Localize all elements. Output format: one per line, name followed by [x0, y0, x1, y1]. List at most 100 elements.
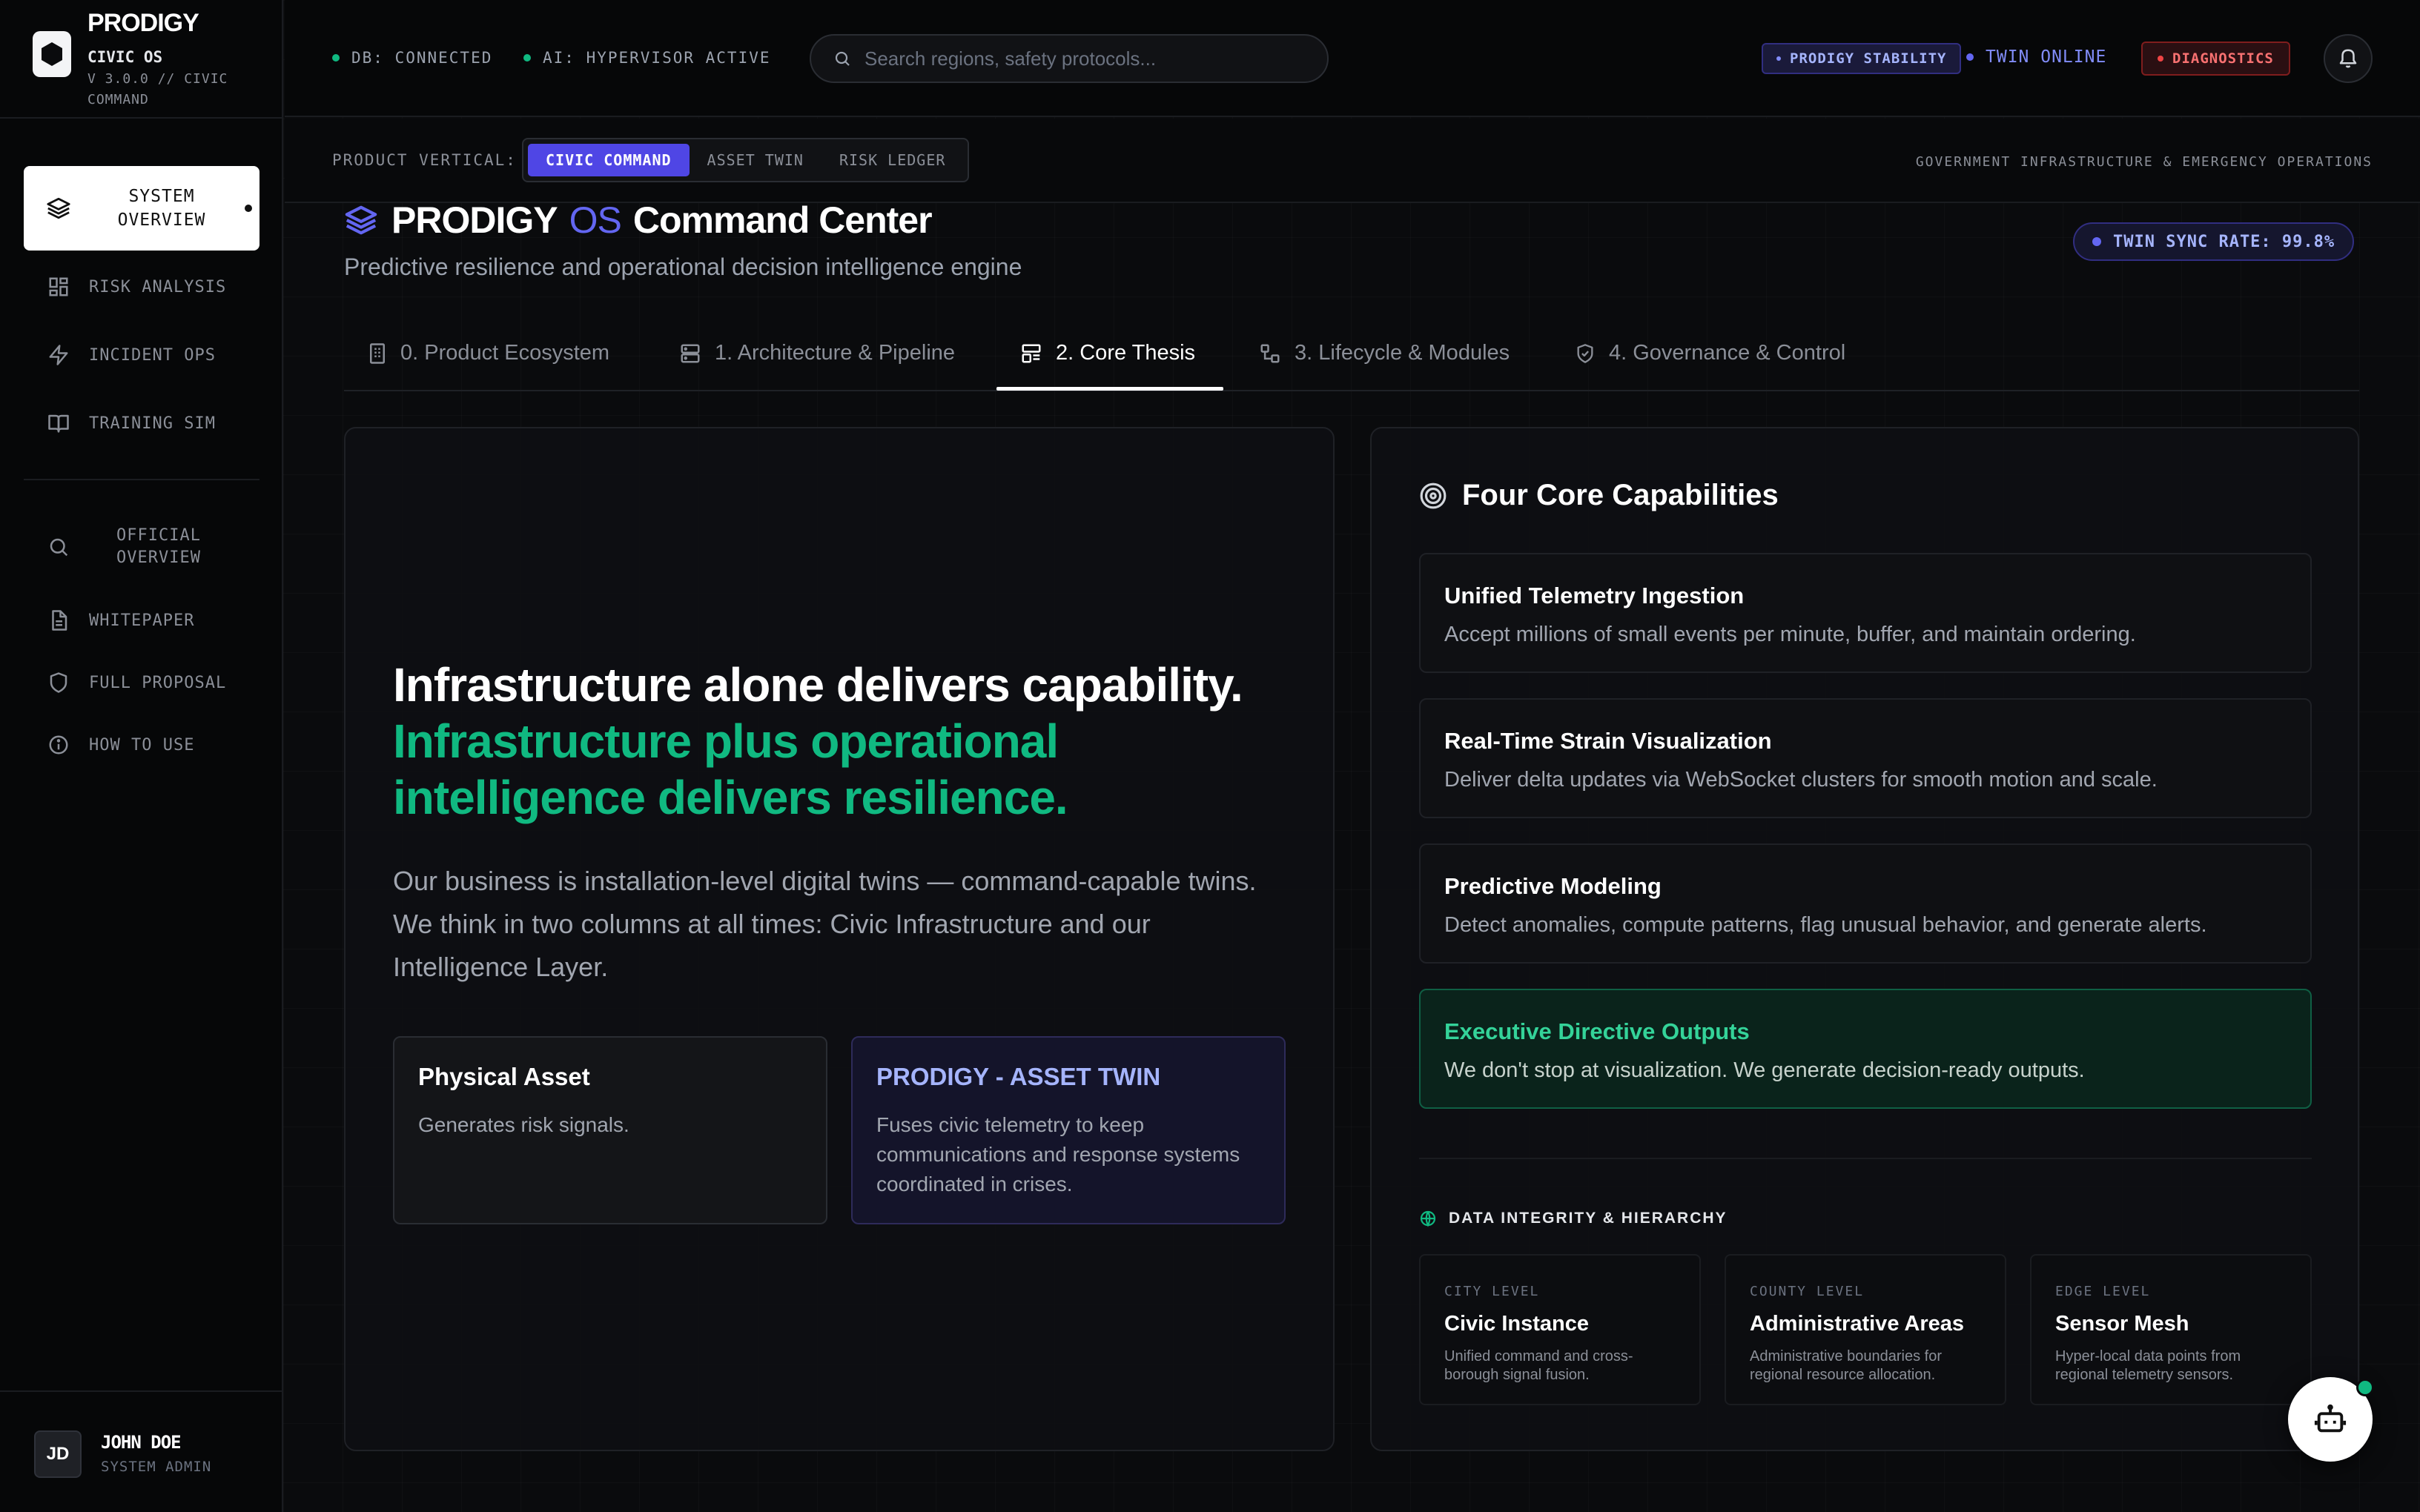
bell-icon	[2337, 47, 2359, 70]
info-icon	[47, 734, 70, 756]
grid-icon	[47, 276, 70, 298]
sidebar-item-full-proposal[interactable]: FULL PROPOSAL	[47, 672, 226, 694]
sync-rate-label: TWIN SYNC RATE: 99.8%	[2113, 232, 2335, 251]
tab-architecture-pipeline[interactable]: 1. Architecture & Pipeline	[679, 341, 955, 365]
tab-core-thesis[interactable]: 2. Core Thesis	[1020, 341, 1195, 365]
sidebar-item-system-overview[interactable]: SYSTEM OVERVIEW	[24, 166, 259, 251]
active-tab-indicator	[996, 387, 1223, 391]
tab-governance-control[interactable]: 4. Governance & Control	[1575, 341, 1845, 365]
capability-title: Unified Telemetry Ingestion	[1444, 583, 1745, 609]
level-title: Sensor Mesh	[2055, 1312, 2189, 1336]
status-dot-icon	[523, 54, 531, 62]
sidebar-item-training-sim[interactable]: TRAINING SIM	[47, 412, 216, 434]
vertical-context: GOVERNMENT INFRASTRUCTURE & EMERGENCY OP…	[1915, 154, 2373, 170]
core-thesis-panel: Infrastructure alone delivers capability…	[344, 427, 1335, 1451]
sidebar-item-label: OFFICIAL OVERVIEW	[116, 526, 201, 567]
capabilities-title-label: Four Core Capabilities	[1462, 479, 1779, 511]
brand[interactable]: PRODIGY CIVIC OS V 3.0.0 // CIVIC COMMAN…	[33, 9, 258, 110]
card-title: PRODIGY - ASSET TWIN	[876, 1063, 1161, 1090]
level-kicker: COUNTY LEVEL	[1750, 1284, 1865, 1299]
user-role: SYSTEM ADMIN	[101, 1459, 212, 1475]
target-icon	[1419, 482, 1447, 510]
sidebar-item-whitepaper[interactable]: WHITEPAPER	[47, 609, 194, 631]
stability-badge[interactable]: PRODIGY STABILITY	[1762, 43, 1962, 74]
capability-text: We don't stop at visualization. We gener…	[1444, 1058, 2085, 1082]
section-divider	[1419, 1158, 2312, 1159]
capabilities-panel: Four Core Capabilities Unified Telemetry…	[1370, 427, 2359, 1451]
user-profile[interactable]: JD JOHN DOE SYSTEM ADMIN	[0, 1390, 283, 1512]
capability-card: Unified Telemetry Ingestion Accept milli…	[1419, 553, 2312, 673]
workflow-icon	[1259, 342, 1281, 365]
sidebar-item-how-to-use[interactable]: HOW TO USE	[47, 734, 194, 756]
capability-title: Real-Time Strain Visualization	[1444, 728, 1772, 754]
status-dot-icon	[332, 54, 340, 62]
vertical-option-risk-ledger[interactable]: RISK LEDGER	[821, 144, 963, 176]
title-os: OS	[569, 199, 622, 241]
book-icon	[47, 412, 70, 434]
page-title: PRODIGY OS Command Center	[344, 199, 933, 242]
vertical-option-civic-command[interactable]: CIVIC COMMAND	[528, 144, 690, 176]
online-indicator-dot	[2356, 1379, 2374, 1396]
search-icon	[833, 50, 851, 67]
sidebar-item-label: RISK ANALYSIS	[89, 277, 227, 296]
sidebar-item-official-overview[interactable]: OFFICIAL OVERVIEW	[47, 525, 203, 569]
lightning-icon	[47, 344, 70, 366]
page-subtitle: Predictive resilience and operational de…	[344, 253, 1022, 280]
tab-lifecycle-modules[interactable]: 3. Lifecycle & Modules	[1259, 341, 1510, 365]
data-integrity-heading: DATA INTEGRITY & HIERARCHY	[1419, 1210, 1728, 1227]
capability-text: Accept millions of small events per minu…	[1444, 623, 2136, 646]
sidebar-item-label: WHITEPAPER	[89, 611, 195, 630]
status-dot-icon	[1966, 53, 1974, 61]
capability-card-highlighted: Executive Directive Outputs We don't sto…	[1419, 989, 2312, 1109]
thesis-body: Our business is installation-level digit…	[393, 866, 1257, 982]
search-bar[interactable]	[810, 34, 1329, 83]
search-icon	[47, 536, 70, 558]
avatar: JD	[34, 1430, 82, 1478]
layout-icon	[1020, 342, 1042, 365]
card-text: Generates risk signals.	[418, 1113, 629, 1136]
capability-card: Real-Time Strain Visualization Deliver d…	[1419, 698, 2312, 818]
layers-icon	[344, 203, 378, 237]
vertical-option-asset-twin[interactable]: ASSET TWIN	[690, 144, 821, 176]
stability-label: PRODIGY STABILITY	[1790, 50, 1947, 67]
tab-bar: 0. Product Ecosystem 1. Architecture & P…	[344, 319, 2359, 391]
document-icon	[47, 609, 70, 631]
shield-icon	[47, 672, 70, 694]
thesis-headline-white: Infrastructure alone delivers capability…	[393, 658, 1243, 712]
level-text: Hyper-local data points from regional te…	[2055, 1348, 2241, 1383]
sync-rate-badge: TWIN SYNC RATE: 99.8%	[2073, 222, 2355, 261]
sidebar-item-risk-analysis[interactable]: RISK ANALYSIS	[47, 276, 226, 298]
sidebar-item-incident-ops[interactable]: INCIDENT OPS	[47, 344, 216, 366]
level-card-edge: EDGE LEVEL Sensor Mesh Hyper-local data …	[2030, 1254, 2312, 1405]
sidebar: PRODIGY CIVIC OS V 3.0.0 // CIVIC COMMAN…	[0, 0, 283, 1512]
sidebar-item-label: HOW TO USE	[89, 735, 195, 755]
sidebar-item-label: SYSTEM OVERVIEW	[117, 187, 206, 230]
brand-version: V 3.0.0 // CIVIC COMMAND	[87, 71, 228, 107]
capability-title: Predictive Modeling	[1444, 873, 1662, 899]
status-db: DB: CONNECTED	[332, 49, 492, 67]
status-dot-icon	[2158, 56, 2163, 62]
tab-label: 3. Lifecycle & Modules	[1295, 341, 1510, 365]
diagnostics-button[interactable]: DIAGNOSTICS	[2141, 42, 2290, 76]
vertical-selector: CIVIC COMMAND ASSET TWIN RISK LEDGER	[522, 138, 970, 182]
status-dot-icon	[2092, 237, 2101, 246]
tab-product-ecosystem[interactable]: 0. Product Ecosystem	[368, 341, 609, 365]
level-kicker: CITY LEVEL	[1444, 1284, 1540, 1299]
tab-label: 1. Architecture & Pipeline	[715, 341, 956, 365]
title-rest: Command Center	[632, 199, 933, 241]
twin-status-label: TWIN ONLINE	[1986, 47, 2107, 67]
capability-title: Executive Directive Outputs	[1444, 1018, 1750, 1044]
robot-icon	[2313, 1402, 2347, 1436]
notifications-button[interactable]	[2324, 34, 2373, 83]
sidebar-item-label: TRAINING SIM	[89, 414, 216, 433]
capability-card: Predictive Modeling Detect anomalies, co…	[1419, 843, 2312, 964]
data-integrity-label: DATA INTEGRITY & HIERARCHY	[1449, 1210, 1728, 1227]
sidebar-divider	[0, 117, 283, 119]
shield-check-icon	[1575, 342, 1596, 365]
brand-name: PRODIGY	[87, 9, 199, 37]
level-title: Civic Instance	[1444, 1312, 1590, 1336]
card-text: Fuses civic telemetry to keep communicat…	[876, 1113, 1240, 1196]
search-input[interactable]	[864, 47, 1309, 70]
status-ai: AI: HYPERVISOR ACTIVE	[523, 49, 771, 67]
level-kicker: EDGE LEVEL	[2055, 1284, 2151, 1299]
